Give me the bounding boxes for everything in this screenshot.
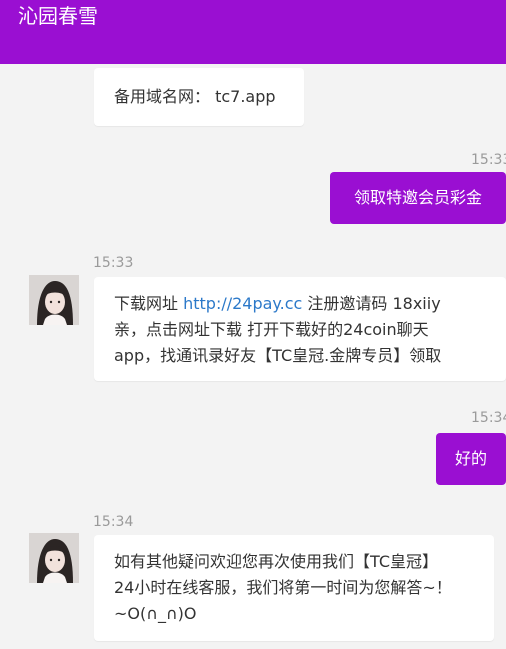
contact-avatar[interactable] [29, 275, 79, 325]
message-line: 24小时在线客服，我们将第一时间为您解答~！ [114, 578, 452, 597]
message-line: ~O(∩_∩)O [114, 604, 197, 623]
incoming-message[interactable]: 下载网址 http://24pay.cc 注册邀请码 18xiiy 亲，点击网址… [94, 277, 506, 381]
message-time: 15:34 [471, 410, 506, 426]
message-text: 领取特邀会员彩金 [353, 188, 482, 207]
message-text: 备用域名网： tc7.app [114, 87, 276, 106]
message-text: 好的 [454, 449, 487, 468]
outgoing-message[interactable]: 好的 [436, 433, 506, 485]
message-text: 下载网址 [114, 294, 184, 313]
incoming-message[interactable]: 备用域名网： tc7.app [94, 68, 304, 126]
message-line: 下载网址 http://24pay.cc 注册邀请码 18xiiy [114, 291, 506, 317]
message-line: 如有其他疑问欢迎您再次使用我们【TC皇冠】 [114, 552, 439, 571]
message-list[interactable]: 备用域名网： tc7.app 15:33 领取特邀会员彩金 15:33 下载网址… [0, 64, 506, 649]
message-time: 15:33 [93, 255, 134, 271]
message-line: 亲，点击网址下载 打开下载好的24coin聊天 [114, 320, 429, 339]
message-time: 15:33 [471, 152, 506, 168]
message-time: 15:34 [93, 514, 134, 530]
chat-title: 沁园春雪 [18, 4, 98, 28]
avatar-image [29, 533, 79, 583]
message-line: app，找通讯录好友【TC皇冠.金牌专员】领取 [114, 346, 442, 365]
avatar-image [29, 275, 79, 325]
chat-screen: 沁园春雪 备用域名网： tc7.app 15:33 领取特邀会员彩金 15:33 [0, 0, 506, 649]
message-text: 注册邀请码 18xiiy [302, 294, 441, 313]
contact-avatar[interactable] [29, 533, 79, 583]
outgoing-message[interactable]: 领取特邀会员彩金 [330, 172, 506, 224]
download-link[interactable]: http://24pay.cc [183, 294, 302, 313]
header-bar: 沁园春雪 [0, 0, 506, 64]
incoming-message[interactable]: 如有其他疑问欢迎您再次使用我们【TC皇冠】 24小时在线客服，我们将第一时间为您… [94, 535, 494, 641]
